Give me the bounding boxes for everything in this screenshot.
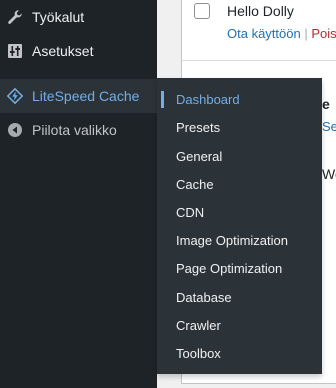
sidebar-item-label: Piilota valikko: [32, 122, 117, 138]
sidebar-item-tools[interactable]: Työkalut: [0, 0, 157, 34]
sidebar-item-label: Työkalut: [32, 9, 85, 25]
sidebar-item-settings[interactable]: Asetukset: [0, 34, 157, 68]
plugin-select-checkbox[interactable]: [194, 3, 210, 19]
sidebar-item-label: LiteSpeed Cache: [32, 88, 140, 104]
wrench-icon: [7, 9, 23, 25]
admin-sidebar: Työkalut Asetukset LiteSpeed Cache Piilo…: [0, 0, 157, 388]
submenu-item-cdn[interactable]: CDN: [157, 198, 322, 226]
obscured-heading-fragment: e: [322, 96, 330, 112]
submenu-item-crawler[interactable]: Crawler: [157, 311, 322, 339]
plugin-row-actions: Ota käyttöön | Poist: [227, 26, 336, 41]
action-separator: |: [300, 26, 312, 41]
obscured-text-fragment: Wor: [322, 166, 336, 182]
submenu-item-image-optimization[interactable]: Image Optimization: [157, 226, 322, 254]
sidebar-collapse-menu[interactable]: Piilota valikko: [0, 113, 157, 147]
submenu-item-dashboard[interactable]: Dashboard: [157, 85, 322, 113]
submenu-item-toolbox[interactable]: Toolbox: [157, 339, 322, 367]
sidebar-item-label: Asetukset: [32, 43, 94, 59]
litespeed-submenu: Dashboard Presets General Cache CDN Imag…: [157, 78, 322, 374]
obscured-link-fragment[interactable]: Se: [322, 119, 336, 134]
delete-plugin-link[interactable]: Poist: [311, 26, 336, 41]
plugin-row: Hello Dolly Ota käyttöön | Poist: [182, 0, 336, 61]
submenu-item-page-optimization[interactable]: Page Optimization: [157, 254, 322, 282]
litespeed-diamond-icon: [7, 88, 23, 104]
activate-plugin-link[interactable]: Ota käyttöön: [227, 26, 301, 41]
submenu-item-database[interactable]: Database: [157, 283, 322, 311]
submenu-pointer: [149, 88, 157, 104]
collapse-arrow-icon: [7, 122, 23, 138]
sidebar-item-litespeed-cache[interactable]: LiteSpeed Cache: [0, 79, 157, 113]
plugin-name: Hello Dolly: [227, 3, 294, 19]
settings-sliders-icon: [7, 43, 23, 59]
submenu-item-general[interactable]: General: [157, 142, 322, 170]
submenu-item-presets[interactable]: Presets: [157, 113, 322, 141]
submenu-item-cache[interactable]: Cache: [157, 170, 322, 198]
